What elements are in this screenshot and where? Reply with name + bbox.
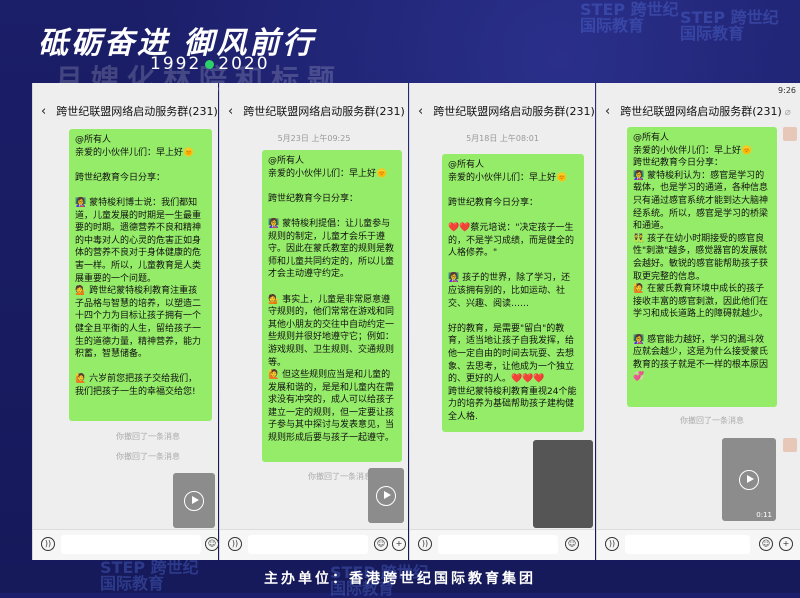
watermark-logo: STEP 跨世纪 国际教育 — [680, 10, 779, 42]
chat-header: ‹跨世纪联盟网络启动服务群(231)⌀ — [410, 99, 595, 125]
video-duration: 0:11 — [756, 511, 772, 519]
voice-icon[interactable]: )) — [418, 537, 432, 551]
message-bubble[interactable]: @所有人 亲爱的小伙伴儿们：早上好🌞 跨世纪教育今日分享： 👩‍🏫 蒙特梭利提倡… — [262, 150, 402, 462]
plus-icon[interactable]: + — [779, 537, 793, 551]
plus-icon[interactable]: + — [392, 537, 406, 551]
screenshot-collage: ‹跨世纪联盟网络启动服务群(231)⌀ @所有人 亲爱的小伙伴儿们：早上好🌞 跨… — [32, 83, 800, 560]
video-message[interactable] — [368, 468, 404, 523]
chat-header: ‹ 跨世纪联盟网络启动服务群(231)⌀ — [597, 99, 800, 125]
input-bar: )) ☺ — [410, 529, 595, 560]
mute-icon: ⌀ — [785, 107, 791, 118]
message-input[interactable] — [248, 535, 368, 554]
recall-notice: 你撤回了一条消息 — [78, 431, 218, 442]
chat-screenshot-4: 9:26 ‹ 跨世纪联盟网络启动服务群(231)⌀ @所有人 亲爱的小伙伴儿们：早… — [596, 83, 800, 560]
emoji-icon[interactable]: ☺ — [565, 537, 579, 551]
message-bubble[interactable]: @所有人 亲爱的小伙伴儿们：早上好🌞 跨世纪教育今日分享： ❤️❤️蔡元培说："… — [442, 154, 584, 432]
status-bar — [220, 83, 408, 99]
chat-header: ‹跨世纪联盟网络启动服务群(231)⌀ — [33, 99, 218, 125]
watermark-logo: STEP 跨世纪 国际教育 — [580, 2, 679, 34]
input-bar: )) ☺ + — [597, 529, 800, 560]
chat-title: 跨世纪联盟网络启动服务群(231) — [56, 105, 218, 118]
voice-icon[interactable]: )) — [41, 537, 55, 551]
year-start: 1992 — [150, 54, 201, 74]
message-timestamp: 5月23日 上午09:25 — [220, 133, 408, 144]
status-bar — [33, 83, 218, 99]
emoji-icon[interactable]: ☺ — [759, 537, 773, 551]
year-end: 2020 — [218, 54, 269, 74]
chat-screenshot-2: ‹跨世纪联盟网络启动服务群(231)⌀ 5月23日 上午09:25 @所有人 亲… — [219, 83, 408, 560]
message-timestamp: 5月18日 上午08:01 — [410, 133, 595, 144]
message-input[interactable] — [438, 535, 558, 554]
banner-years: 1992 2020 — [150, 54, 270, 74]
avatar[interactable] — [783, 127, 797, 141]
recall-notice: 你撤回了一条消息 — [637, 415, 787, 426]
voice-icon[interactable]: )) — [605, 537, 619, 551]
voice-icon[interactable]: )) — [228, 537, 242, 551]
back-arrow-icon[interactable]: ‹ — [41, 104, 46, 119]
footer-organizer: 主办单位：香港跨世纪国际教育集团 — [0, 566, 800, 593]
back-arrow-icon[interactable]: ‹ — [228, 104, 233, 119]
message-input[interactable] — [61, 535, 201, 554]
play-icon[interactable] — [739, 470, 759, 490]
avatar[interactable] — [783, 438, 797, 452]
video-message[interactable] — [173, 473, 215, 528]
input-bar: )) ☺ + — [220, 529, 408, 560]
chat-header: ‹跨世纪联盟网络启动服务群(231)⌀ — [220, 99, 408, 125]
back-arrow-icon[interactable]: ‹ — [605, 104, 610, 119]
video-message[interactable] — [533, 440, 593, 528]
back-arrow-icon[interactable]: ‹ — [418, 104, 423, 119]
chat-title: 跨世纪联盟网络启动服务群(231) — [243, 105, 405, 118]
status-bar: 9:26 — [597, 83, 800, 99]
chat-title: 跨世纪联盟网络启动服务群(231) — [620, 105, 782, 118]
chat-title: 跨世纪联盟网络启动服务群(231) — [433, 105, 595, 118]
chat-screenshot-1: ‹跨世纪联盟网络启动服务群(231)⌀ @所有人 亲爱的小伙伴儿们：早上好🌞 跨… — [32, 83, 218, 560]
input-bar: )) ☺ — [33, 529, 218, 560]
message-input[interactable] — [625, 535, 750, 554]
video-message[interactable]: 0:11 — [722, 438, 776, 521]
emoji-icon[interactable]: ☺ — [205, 537, 218, 551]
status-time: 9:26 — [778, 83, 796, 99]
status-bar — [410, 83, 595, 99]
play-icon[interactable] — [184, 491, 204, 511]
logo-dot-icon — [205, 60, 214, 69]
chat-screenshot-3: ‹跨世纪联盟网络启动服务群(231)⌀ 5月18日 上午08:01 @所有人 亲… — [409, 83, 595, 560]
message-bubble[interactable]: @所有人 亲爱的小伙伴儿们：早上好🌞 跨世纪教育今日分享： 👩‍🏫 蒙特梭利认为… — [627, 127, 777, 407]
emoji-icon[interactable]: ☺ — [374, 537, 388, 551]
recall-notice: 你撤回了一条消息 — [78, 451, 218, 462]
message-bubble[interactable]: @所有人 亲爱的小伙伴儿们：早上好🌞 跨世纪教育今日分享： 👩‍🏫 蒙特梭利博士… — [69, 129, 212, 421]
play-icon[interactable] — [376, 486, 396, 506]
